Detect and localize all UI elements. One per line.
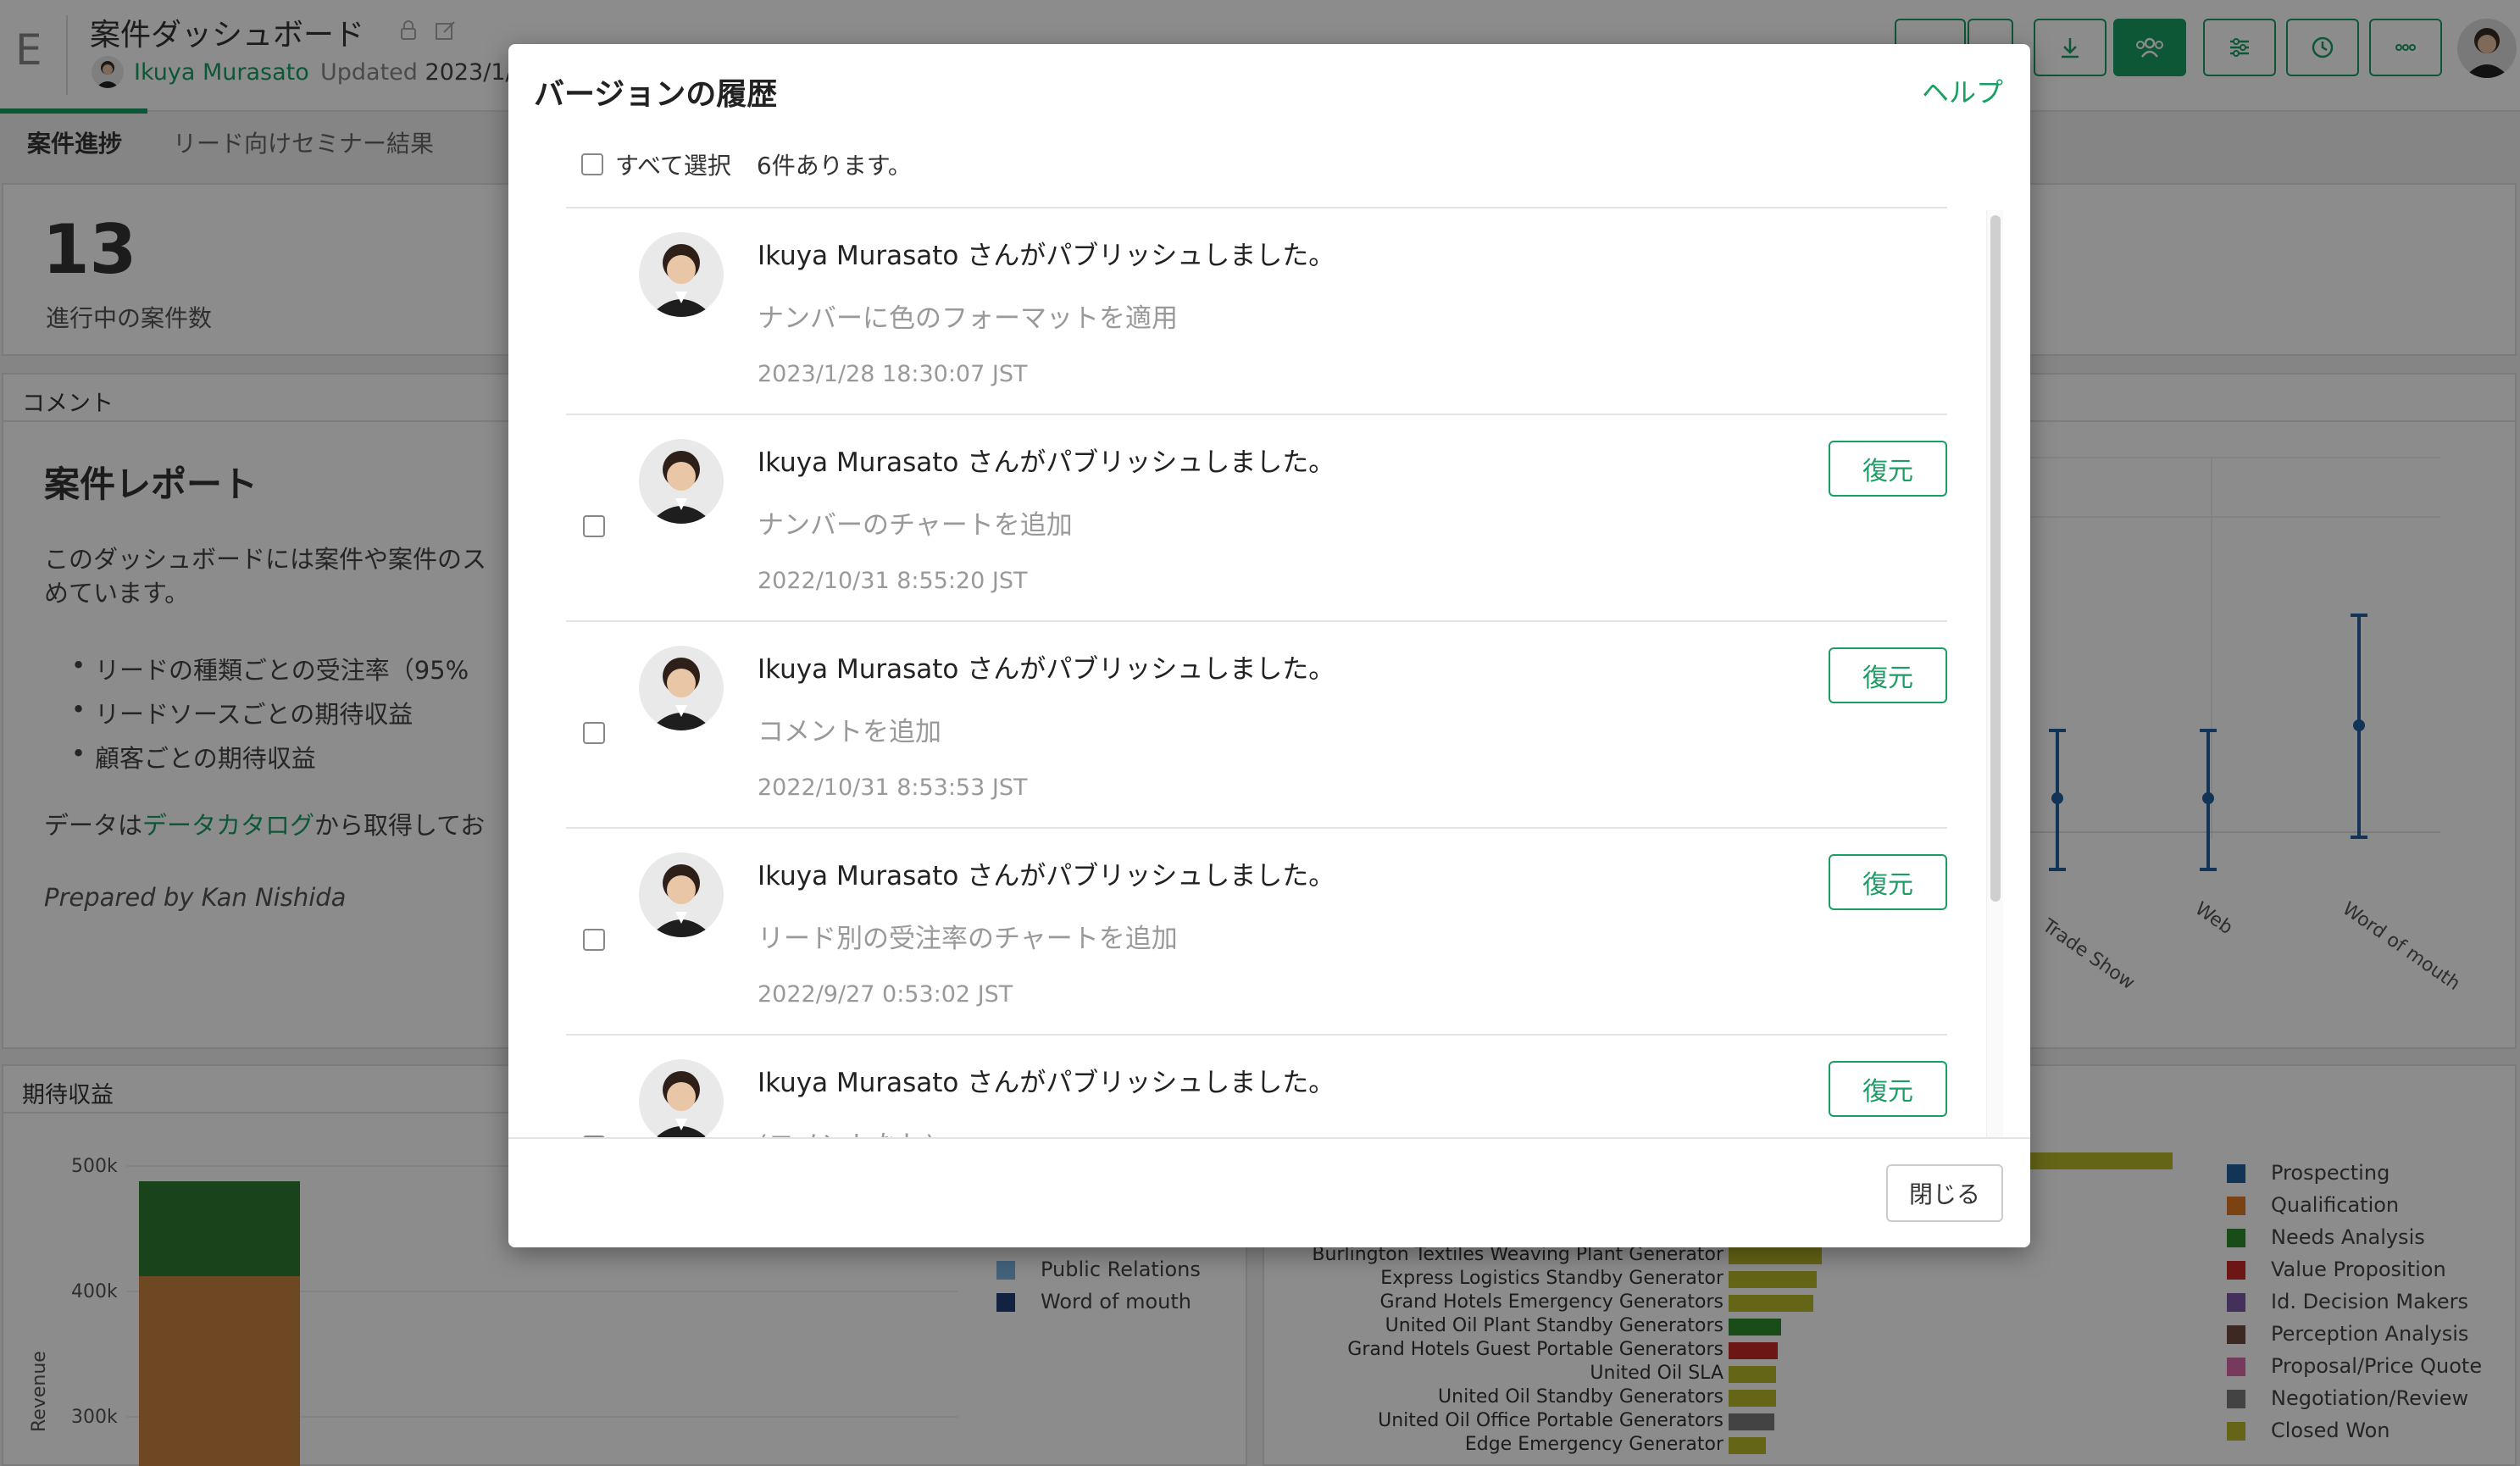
author-avatar <box>639 852 724 937</box>
author-avatar <box>639 439 724 524</box>
version-comment: ナンバーに色のフォーマットを適用 <box>758 303 1178 334</box>
close-button[interactable]: 閉じる <box>1886 1164 2003 1222</box>
select-all-label[interactable]: すべて選択 <box>615 147 731 181</box>
version-author: Ikuya Murasato さんがパブリッシュしました。 <box>758 241 1335 271</box>
version-date: 2023/1/28 18:30:07 JST <box>758 361 1028 387</box>
version-author: Ikuya Murasato さんがパブリッシュしました。 <box>758 1068 1335 1098</box>
scrollbar[interactable] <box>1986 210 2003 1183</box>
author-avatar <box>639 232 724 317</box>
version-row[interactable]: Ikuya Murasato さんがパブリッシュしました。 コメントを追加 2022… <box>566 622 1947 829</box>
author-avatar <box>639 646 724 730</box>
version-date: 2022/10/31 8:55:20 JST <box>758 568 1028 594</box>
version-count: 6件あります。 <box>756 152 912 180</box>
version-author: Ikuya Murasato さんがパブリッシュしました。 <box>758 861 1335 891</box>
version-date: 2022/9/27 0:53:02 JST <box>758 981 1013 1008</box>
restore-button[interactable]: 復元 <box>1829 854 1947 910</box>
version-comment: コメントを追加 <box>758 717 941 747</box>
version-date: 2022/10/31 8:53:53 JST <box>758 775 1028 801</box>
help-link[interactable]: ヘルプ <box>1922 71 2003 110</box>
version-checkbox[interactable] <box>583 929 605 951</box>
dialog-footer: 閉じる <box>508 1137 2030 1247</box>
restore-button[interactable]: 復元 <box>1829 441 1947 497</box>
restore-button[interactable]: 復元 <box>1829 1061 1947 1117</box>
version-checkbox[interactable] <box>583 515 605 537</box>
version-row[interactable]: Ikuya Murasato さんがパブリッシュしました。 ナンバーのチャートを追… <box>566 415 1947 622</box>
version-row[interactable]: Ikuya Murasato さんがパブリッシュしました。 ナンバーに色のフォーマ… <box>566 208 1947 415</box>
version-author: Ikuya Murasato さんがパブリッシュしました。 <box>758 654 1335 685</box>
version-list[interactable]: Ikuya Murasato さんがパブリッシュしました。 ナンバーに色のフォーマ… <box>566 207 1947 1183</box>
select-all-checkbox[interactable] <box>581 153 603 175</box>
version-history-dialog: バージョンの履歴 ヘルプ すべて選択 6件あります。 Ikuya Murasat… <box>508 44 2030 1247</box>
restore-button[interactable]: 復元 <box>1829 647 1947 703</box>
dialog-title: バージョンの履歴 <box>534 77 778 112</box>
version-comment: ナンバーのチャートを追加 <box>758 510 1073 541</box>
select-all-row: すべて選択 6件あります。 <box>581 147 912 181</box>
scrollbar-thumb[interactable] <box>1990 215 2001 902</box>
version-author: Ikuya Murasato さんがパブリッシュしました。 <box>758 447 1335 478</box>
author-avatar <box>639 1059 724 1144</box>
version-comment: リード別の受注率のチャートを追加 <box>758 924 1178 954</box>
version-row[interactable]: Ikuya Murasato さんがパブリッシュしました。 リード別の受注率のチャ… <box>566 829 1947 1036</box>
version-checkbox[interactable] <box>583 722 605 744</box>
